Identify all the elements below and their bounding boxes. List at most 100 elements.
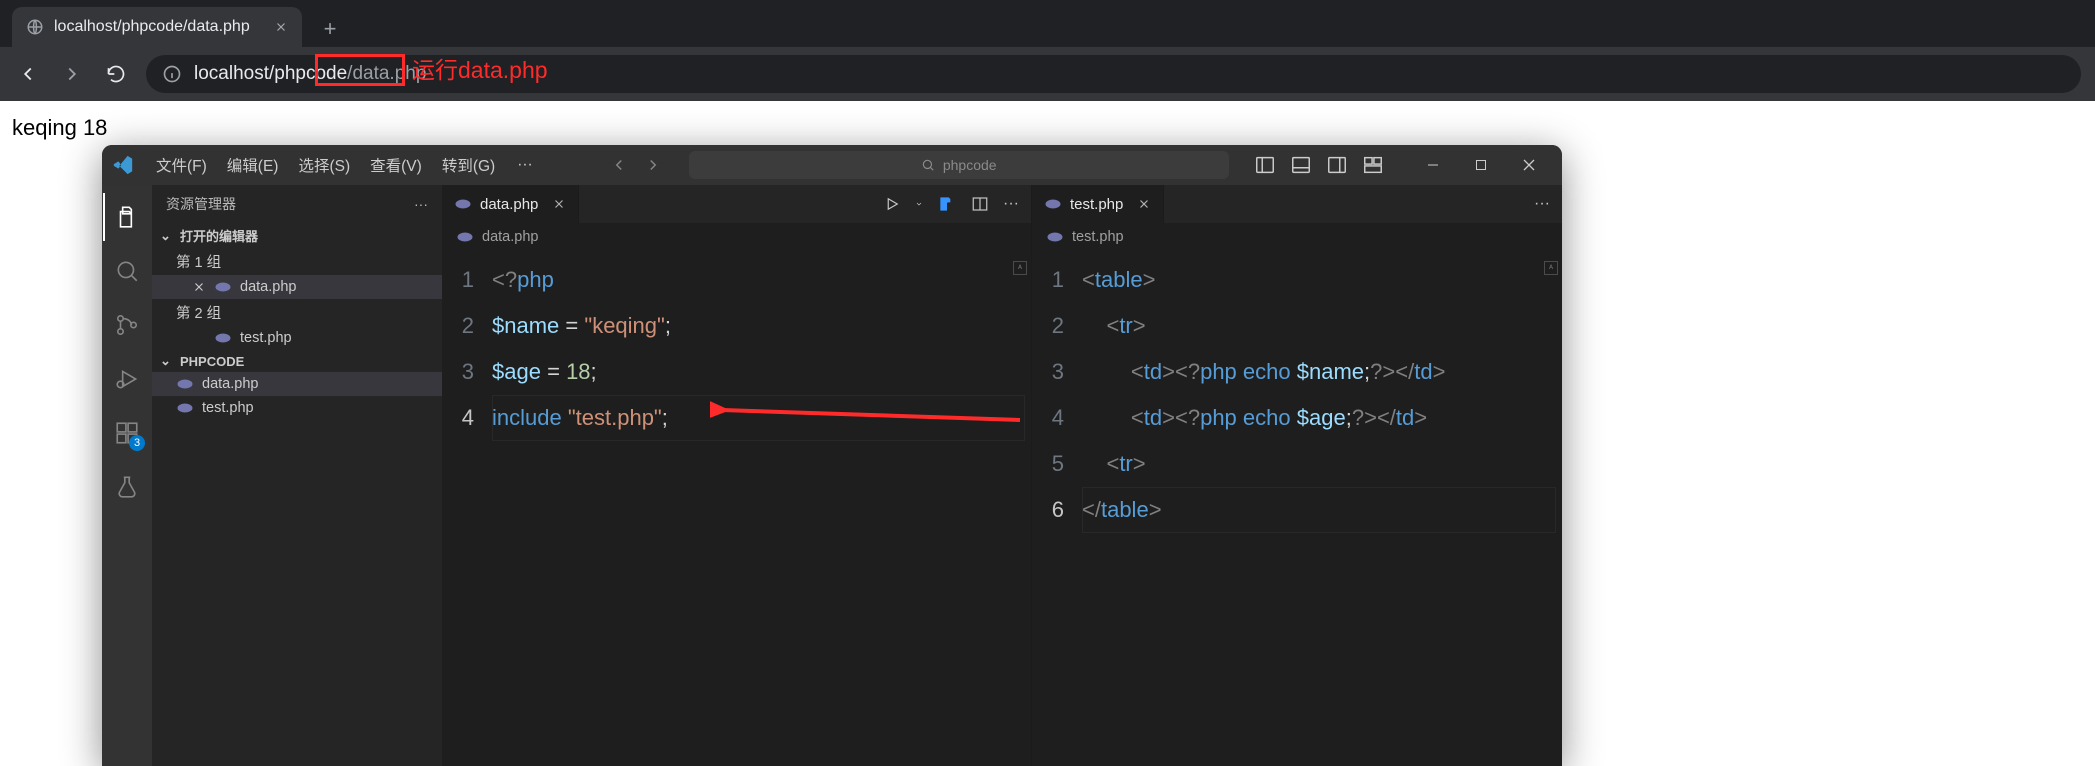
forward-button[interactable] — [58, 60, 86, 88]
close-icon[interactable] — [552, 197, 566, 211]
vscode-logo-icon — [112, 154, 134, 176]
breadcrumbs-1[interactable]: data.php — [442, 223, 1031, 251]
more-icon[interactable]: ··· — [1003, 195, 1019, 213]
nav-forward-button[interactable] — [639, 151, 667, 179]
line-number: 2 — [442, 303, 492, 349]
menu-item[interactable]: 选择(S) — [288, 150, 360, 180]
code-line[interactable]: 4 <td><?php echo $age;?></td> — [1032, 395, 1562, 441]
code-line[interactable]: 3$age = 18; — [442, 349, 1031, 395]
close-button[interactable] — [1506, 146, 1552, 184]
line-content: <tr> — [1082, 303, 1146, 349]
project-file-test-php[interactable]: test.php — [152, 396, 442, 420]
maximize-button[interactable] — [1458, 146, 1504, 184]
split-editor-icon[interactable] — [971, 195, 989, 213]
activity-scm[interactable] — [103, 301, 151, 349]
more-icon[interactable]: ··· — [1534, 195, 1550, 213]
code-line[interactable]: 2$name = "keqing"; — [442, 303, 1031, 349]
layout-customize-icon[interactable] — [1362, 154, 1384, 176]
sidebar-more-icon[interactable]: ··· — [414, 196, 428, 212]
file-label: data.php — [202, 376, 258, 392]
breadcrumb-label: test.php — [1072, 229, 1124, 245]
tab-label: data.php — [480, 196, 538, 213]
project-label: PHPCODE — [180, 354, 244, 369]
menu-more[interactable]: ··· — [507, 152, 543, 178]
browser-tab[interactable]: localhost/phpcode/data.php — [12, 7, 302, 47]
minimap-marker: ᴬ — [1544, 261, 1558, 275]
line-content: <td><?php echo $name;?></td> — [1082, 349, 1445, 395]
open-editors-group2: 第 2 组 — [152, 299, 442, 326]
open-editors-header[interactable]: ⌄打开的编辑器 — [152, 223, 442, 248]
activity-bar: 3 — [102, 185, 152, 766]
open-editor-data-php[interactable]: data.php — [152, 275, 442, 299]
debug-file-icon[interactable] — [937, 194, 957, 214]
php-file-icon — [176, 375, 194, 393]
php-file-icon — [214, 329, 232, 347]
line-number: 1 — [442, 257, 492, 303]
line-number: 4 — [1032, 395, 1082, 441]
vscode-window: 文件(F)编辑(E)选择(S)查看(V)转到(G) ··· phpcode — [102, 145, 1562, 766]
code-line[interactable]: 5 <tr> — [1032, 441, 1562, 487]
reload-button[interactable] — [102, 60, 130, 88]
line-number: 5 — [1032, 441, 1082, 487]
line-number: 1 — [1032, 257, 1082, 303]
tab-bar-2: test.php ··· — [1032, 185, 1562, 223]
line-content: <td><?php echo $age;?></td> — [1082, 395, 1427, 441]
file-label: data.php — [240, 279, 296, 295]
minimize-button[interactable] — [1410, 146, 1456, 184]
explorer-sidebar: 资源管理器 ··· ⌄打开的编辑器 第 1 组 data.php 第 2 组 t… — [152, 185, 442, 766]
extensions-badge: 3 — [129, 435, 145, 451]
php-file-icon — [1046, 228, 1064, 246]
close-icon[interactable] — [1137, 197, 1151, 211]
search-icon — [921, 158, 935, 172]
vscode-titlebar[interactable]: 文件(F)编辑(E)选择(S)查看(V)转到(G) ··· phpcode — [102, 145, 1562, 185]
open-editors-label: 打开的编辑器 — [180, 226, 258, 245]
menu-item[interactable]: 编辑(E) — [217, 150, 289, 180]
editor-groups: data.php ··· data.php ᴬ — [442, 185, 1562, 766]
code-line[interactable]: 3 <td><?php echo $name;?></td> — [1032, 349, 1562, 395]
line-content: include "test.php"; — [492, 395, 668, 441]
line-number: 3 — [1032, 349, 1082, 395]
code-line[interactable]: 4include "test.php"; — [442, 395, 1031, 441]
php-file-icon — [1044, 195, 1062, 213]
sidebar-title: 资源管理器 ··· — [152, 185, 442, 223]
menu-item[interactable]: 转到(G) — [432, 150, 505, 180]
menu-item[interactable]: 文件(F) — [146, 150, 217, 180]
code-line[interactable]: 1<table> — [1032, 257, 1562, 303]
line-number: 6 — [1032, 487, 1082, 533]
editor-2[interactable]: ᴬ 1<table>2 <tr>3 <td><?php echo $name;?… — [1032, 251, 1562, 766]
editor-1[interactable]: ᴬ 1<?php2$name = "keqing";3$age = 18;4in… — [442, 251, 1031, 766]
layout-panel-icon[interactable] — [1290, 154, 1312, 176]
breadcrumbs-2[interactable]: test.php — [1032, 223, 1562, 251]
line-content: <tr> — [1082, 441, 1146, 487]
php-file-icon — [454, 195, 472, 213]
open-editor-test-php[interactable]: test.php — [152, 326, 442, 350]
run-icon[interactable] — [883, 195, 901, 213]
layout-primary-icon[interactable] — [1254, 154, 1276, 176]
minimap-marker: ᴬ — [1013, 261, 1027, 275]
activity-search[interactable] — [103, 247, 151, 295]
close-icon[interactable] — [192, 280, 206, 294]
code-line[interactable]: 2 <tr> — [1032, 303, 1562, 349]
tab-test-php[interactable]: test.php — [1032, 185, 1164, 223]
code-line[interactable]: 1<?php — [442, 257, 1031, 303]
tab-bar-1: data.php ··· — [442, 185, 1031, 223]
line-content: $age = 18; — [492, 349, 597, 395]
command-center[interactable]: phpcode — [689, 151, 1229, 179]
project-file-data-php[interactable]: data.php — [152, 372, 442, 396]
activity-extensions[interactable]: 3 — [103, 409, 151, 457]
layout-secondary-icon[interactable] — [1326, 154, 1348, 176]
menu-item[interactable]: 查看(V) — [360, 150, 432, 180]
new-tab-button[interactable]: + — [312, 11, 348, 47]
back-button[interactable] — [14, 60, 42, 88]
line-content: $name = "keqing"; — [492, 303, 671, 349]
activity-debug[interactable] — [103, 355, 151, 403]
activity-testing[interactable] — [103, 463, 151, 511]
code-line[interactable]: 6</table> — [1032, 487, 1562, 533]
address-bar[interactable]: localhost/phpcode/data.php — [146, 55, 2081, 93]
chevron-down-icon[interactable] — [915, 195, 923, 213]
nav-back-button[interactable] — [605, 151, 633, 179]
project-header[interactable]: ⌄PHPCODE — [152, 350, 442, 372]
close-icon[interactable] — [274, 20, 288, 34]
tab-data-php[interactable]: data.php — [442, 185, 579, 223]
activity-explorer[interactable] — [103, 193, 151, 241]
